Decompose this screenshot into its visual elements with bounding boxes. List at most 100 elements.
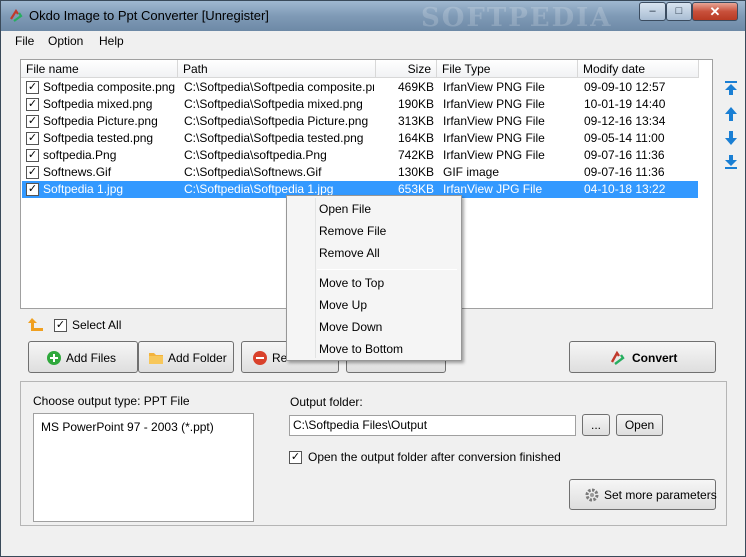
close-button[interactable]: ✕ [692,2,738,21]
row-checkbox[interactable]: ✓ [26,81,39,94]
minimize-button[interactable]: – [639,2,666,21]
table-row[interactable]: ✓ softpedia.Png C:\Softpedia\softpedia.Png… [22,147,698,164]
browse-button[interactable]: ... [582,414,610,436]
cell-type: IrfanView PNG File [443,131,545,145]
cell-type: IrfanView JPG File [443,182,543,196]
row-checkbox[interactable]: ✓ [26,183,39,196]
ctx-open-file[interactable]: Open File [319,202,371,216]
add-folder-button[interactable]: Add Folder [138,341,234,373]
cell-size: 313KB [397,114,434,128]
cell-date: 09-07-16 11:36 [584,165,665,179]
cell-path: C:\Softpedia\Softpedia mixed.png [184,97,363,111]
move-to-top-icon[interactable] [722,79,740,97]
convert-icon [610,350,625,365]
add-icon [47,351,61,365]
ctx-remove-file[interactable]: Remove File [319,224,386,238]
menu-file[interactable]: File [15,34,34,48]
cell-name: softpedia.Png [43,148,117,162]
table-row[interactable]: ✓ Softpedia Picture.png C:\Softpedia\Softp… [22,113,698,130]
cell-size: 130KB [397,165,434,179]
remove-icon [253,351,267,365]
row-checkbox[interactable]: ✓ [26,98,39,111]
row-checkbox[interactable]: ✓ [26,115,39,128]
cell-size: 742KB [397,148,434,162]
row-checkbox[interactable]: ✓ [26,166,39,179]
output-type-ppt[interactable]: MS PowerPoint 97 - 2003 (*.ppt) [41,420,214,434]
table-row[interactable]: ✓ Softnews.Gif C:\Softpedia\Softnews.Gif 13… [22,164,698,181]
open-folder-button[interactable]: Open [616,414,663,436]
row-checkbox[interactable]: ✓ [26,132,39,145]
cell-path: C:\Softpedia\Softpedia tested.png [184,131,364,145]
add-files-label: Add Files [66,351,117,365]
table-row[interactable]: ✓ Softpedia composite.png C:\Softpedia\Sof… [22,79,698,96]
move-up-icon[interactable] [722,105,740,123]
cell-size: 164KB [397,131,434,145]
ctx-move-up[interactable]: Move Up [319,298,367,312]
cell-size: 653KB [397,182,434,196]
output-folder-input[interactable]: C:\Softpedia Files\Output [289,415,576,436]
cell-type: IrfanView PNG File [443,97,545,111]
app-icon [10,8,23,22]
cell-type: IrfanView PNG File [443,114,545,128]
cell-date: 09-07-16 11:36 [584,148,665,162]
cell-name: Softnews.Gif [43,165,112,179]
cell-path: C:\Softpedia\Softpedia 1.jpg [184,182,334,196]
cell-size: 469KB [397,80,434,94]
more-parameters-label: Set more parameters [604,488,717,502]
column-header-file-type[interactable]: File Type [437,60,578,78]
ctx-move-down[interactable]: Move Down [319,320,382,334]
move-to-bottom-icon[interactable] [722,153,740,171]
cell-date: 04-10-18 13:22 [584,182,666,196]
add-folder-label: Add Folder [168,351,227,365]
convert-label: Convert [632,351,678,365]
ctx-move-to-bottom[interactable]: Move to Bottom [319,342,403,356]
convert-button[interactable]: Convert [569,341,716,373]
column-header-size[interactable]: Size [376,60,437,78]
cell-name: Softpedia Picture.png [43,114,158,128]
menu-option[interactable]: Option [48,34,83,48]
context-menu-gutter [315,198,316,358]
cell-size: 190KB [397,97,434,111]
select-all-checkbox[interactable]: ✓ [54,319,67,332]
watermark: SOFTPEDIA [421,3,613,33]
more-parameters-button[interactable]: Set more parameters [569,479,717,510]
open-after-label: Open the output folder after conversion … [308,450,561,464]
output-type-list[interactable]: MS PowerPoint 97 - 2003 (*.ppt) [33,413,254,522]
title-bar[interactable]: SOFTPEDIA Okdo Image to Ppt Converter [U… [1,1,745,33]
table-row[interactable]: ✓ Softpedia tested.png C:\Softpedia\Softpe… [22,130,698,147]
cell-path: C:\Softpedia\Softpedia Picture.png [184,114,369,128]
table-row[interactable]: ✓ Softpedia mixed.png C:\Softpedia\Softped… [22,96,698,113]
row-checkbox[interactable]: ✓ [26,149,39,162]
context-menu-separator [317,269,457,270]
up-folder-icon[interactable] [27,317,45,333]
move-down-icon[interactable] [722,129,740,147]
add-files-button[interactable]: Add Files [28,341,138,373]
context-menu: Open File Remove File Remove All Move to… [286,195,462,361]
cell-type: GIF image [443,165,500,179]
open-after-checkbox[interactable]: ✓ [289,451,302,464]
ctx-remove-all[interactable]: Remove All [319,246,380,260]
gear-icon [585,488,599,502]
menu-help[interactable]: Help [99,34,124,48]
output-folder-label: Output folder: [290,395,363,409]
cell-type: IrfanView PNG File [443,80,545,94]
menu-bar: File Option Help [1,31,745,51]
column-header-path[interactable]: Path [178,60,376,78]
column-header-modify-date[interactable]: Modify date [578,60,699,78]
output-type-label: Choose output type: PPT File [33,394,190,408]
cell-date: 10-01-19 14:40 [584,97,666,111]
window-title: Okdo Image to Ppt Converter [Unregister] [29,8,269,23]
cell-date: 09-12-16 13:34 [584,114,666,128]
cell-path: C:\Softpedia\Softpedia composite.png [184,80,374,94]
cell-name: Softpedia tested.png [43,131,154,145]
cell-path: C:\Softpedia\Softnews.Gif [184,165,322,179]
select-all-label: Select All [72,318,122,332]
ctx-move-to-top[interactable]: Move to Top [319,276,384,290]
cell-path: C:\Softpedia\softpedia.Png [184,148,327,162]
app-window: SOFTPEDIA Okdo Image to Ppt Converter [U… [0,0,746,557]
cell-date: 09-05-14 11:00 [584,131,665,145]
cell-date: 09-09-10 12:57 [584,80,666,94]
column-header-file-name[interactable]: File name [21,60,178,78]
maximize-button[interactable]: □ [666,2,692,21]
cell-name: Softpedia mixed.png [43,97,153,111]
